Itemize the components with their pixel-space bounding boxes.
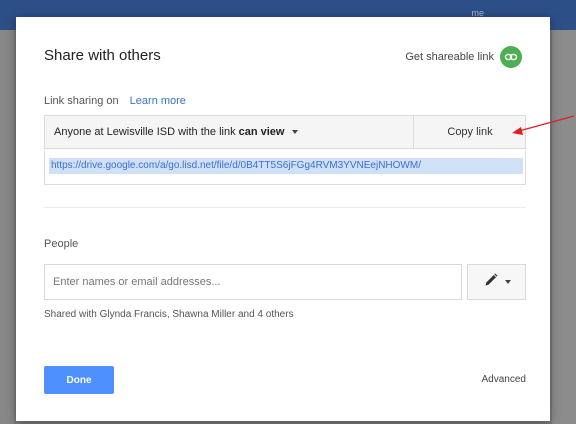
copy-link-button[interactable]: Copy link <box>413 116 526 148</box>
pencil-icon <box>483 272 499 293</box>
shared-with-summary[interactable]: Shared with Glynda Francis, Shawna Mille… <box>44 309 294 320</box>
link-sharing-status: Link sharing on Learn more <box>44 95 186 107</box>
done-button[interactable]: Done <box>44 366 114 394</box>
link-access-level: can view <box>238 126 285 138</box>
learn-more-link[interactable]: Learn more <box>130 95 186 107</box>
permission-dropdown-button[interactable] <box>467 264 526 300</box>
background-right-panel <box>552 30 576 424</box>
link-icon <box>500 46 522 68</box>
link-sharing-label: Link sharing on <box>44 95 119 107</box>
people-input[interactable] <box>44 264 462 300</box>
share-dialog: Share with others Get shareable link Lin… <box>16 17 550 421</box>
dialog-title: Share with others <box>44 47 161 64</box>
get-shareable-link-button[interactable]: Get shareable link <box>405 46 522 68</box>
section-divider <box>44 207 526 208</box>
background-left-panel <box>0 30 14 424</box>
advanced-link[interactable]: Advanced <box>482 374 526 385</box>
link-access-dropdown[interactable]: Anyone at Lewisville ISD with the link c… <box>45 116 413 148</box>
people-section-label: People <box>44 238 79 250</box>
share-url-text[interactable]: https://drive.google.com/a/go.lisd.net/f… <box>49 158 523 174</box>
caret-down-icon <box>292 130 299 134</box>
link-access-prefix: Anyone at Lewisville ISD with the link <box>54 126 236 138</box>
caret-down-icon <box>504 280 511 284</box>
share-url-field[interactable]: https://drive.google.com/a/go.lisd.net/f… <box>44 151 526 185</box>
link-access-bar: Anyone at Lewisville ISD with the link c… <box>44 115 526 149</box>
get-shareable-link-label: Get shareable link <box>405 51 494 63</box>
